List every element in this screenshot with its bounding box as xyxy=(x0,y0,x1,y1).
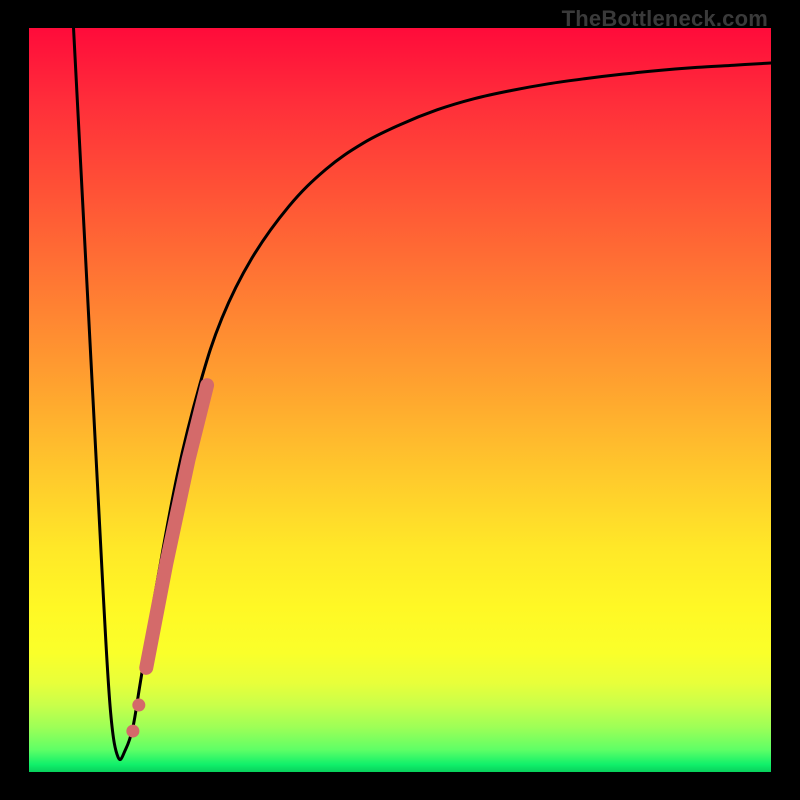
chart-svg xyxy=(29,28,771,772)
highlight-dot xyxy=(132,699,145,712)
watermark-text: TheBottleneck.com xyxy=(562,6,768,32)
chart-frame: TheBottleneck.com xyxy=(0,0,800,800)
plot-area xyxy=(29,28,771,772)
series-bottleneck-curve xyxy=(74,28,771,760)
highlight-dot xyxy=(126,725,139,738)
highlight-segment-path xyxy=(146,385,207,668)
series-highlight-segment xyxy=(146,385,207,668)
bottleneck-curve-path xyxy=(74,28,771,760)
